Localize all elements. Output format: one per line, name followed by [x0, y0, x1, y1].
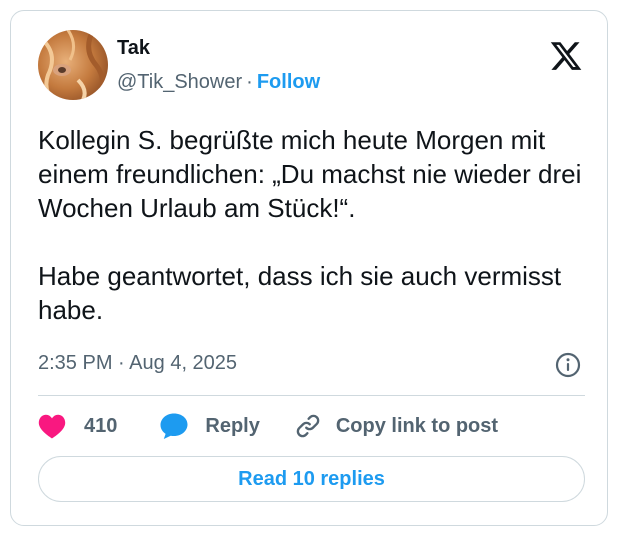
author-name[interactable]: Tak [117, 37, 150, 60]
action-bar: 410 Reply Copy link to post [38, 411, 498, 441]
timestamp-separator: · [118, 352, 125, 374]
read-replies-button[interactable]: Read 10 replies [38, 456, 585, 502]
tweet-paragraph: Kollegin S. begrüßte mich heute Morgen m… [38, 125, 582, 223]
tweet-time[interactable]: 2:35 PM [38, 352, 112, 374]
copy-link-button[interactable]: Copy link to post [294, 412, 498, 440]
author-handle[interactable]: @Tik_Shower [117, 71, 242, 93]
info-icon[interactable] [555, 352, 581, 378]
avatar[interactable] [38, 30, 108, 100]
heart-icon [38, 413, 66, 439]
link-icon [294, 412, 322, 440]
copy-link-label: Copy link to post [335, 414, 499, 437]
tweet-date[interactable]: Aug 4, 2025 [129, 352, 237, 374]
like-count: 410 [84, 414, 118, 437]
reply-button[interactable]: Reply [159, 412, 260, 440]
reply-label: Reply [205, 414, 260, 437]
tweet-text: Kollegin S. begrüßte mich heute Morgen m… [38, 123, 593, 327]
follow-button[interactable]: Follow [257, 71, 320, 93]
avatar-image [38, 30, 108, 100]
divider [38, 395, 585, 396]
handle-separator: · [246, 71, 253, 93]
x-logo-icon[interactable] [549, 39, 583, 73]
like-button[interactable]: 410 [38, 413, 117, 439]
tweet-embed-card: Tak @Tik_Shower · Follow Kollegin S. begrü… [10, 10, 608, 526]
speech-bubble-icon [159, 412, 189, 440]
author-handle-row: @Tik_Shower · Follow [117, 71, 320, 94]
tweet-paragraph: Habe geantwortet, dass ich sie auch verm… [38, 261, 562, 325]
tweet-timestamp[interactable]: 2:35 PM · Aug 4, 2025 [38, 352, 237, 375]
